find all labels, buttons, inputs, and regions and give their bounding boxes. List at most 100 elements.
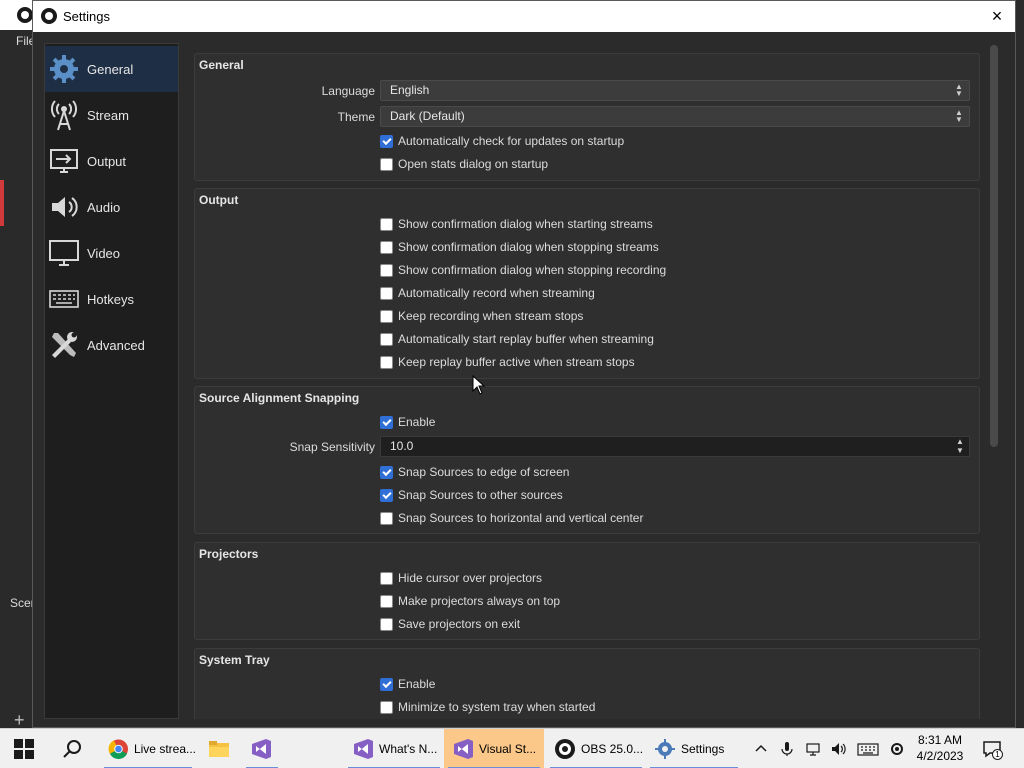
chevron-updown-icon: ▲ ▼ [955, 82, 963, 98]
sidebar-item-audio[interactable]: Audio [45, 184, 178, 230]
background-obs-window [0, 0, 32, 728]
checkbox-box[interactable] [380, 511, 393, 525]
theme-select[interactable]: Dark (Default) ▲ ▼ [380, 106, 970, 127]
checkbox-box[interactable] [380, 571, 393, 585]
checkbox-box[interactable] [380, 677, 393, 691]
projectors-group: Projectors Hide cursor over projectors M… [194, 542, 980, 640]
checkbox-label: Snap Sources to other sources [398, 488, 563, 502]
confirm-stop-stream-checkbox[interactable]: Show confirmation dialog when stopping s… [380, 240, 659, 254]
checkbox-box[interactable] [380, 415, 393, 429]
checkbox-box[interactable] [380, 309, 393, 323]
checkbox-label: Automatically check for updates on start… [398, 134, 625, 148]
projectors-on-top-checkbox[interactable]: Make projectors always on top [380, 594, 560, 608]
snap-sensitivity-spinbox[interactable]: 10.0 ▲ ▼ [380, 436, 970, 457]
group-title: General [199, 58, 244, 72]
checkbox-box[interactable] [380, 355, 393, 369]
keep-recording-checkbox[interactable]: Keep recording when stream stops [380, 309, 583, 323]
auto-record-checkbox[interactable]: Automatically record when streaming [380, 286, 595, 300]
general-group: General Language English ▲ ▼ Theme Dark (… [194, 53, 980, 181]
minimize-to-tray-checkbox[interactable]: Minimize to system tray when started [380, 700, 595, 714]
checkbox-box[interactable] [380, 465, 393, 479]
sidebar-item-label: Stream [87, 107, 129, 123]
snapping-group: Source Alignment Snapping Enable Snap Se… [194, 386, 980, 534]
confirm-start-stream-checkbox[interactable]: Show confirmation dialog when starting s… [380, 217, 653, 231]
snapping-enable-checkbox[interactable]: Enable [380, 415, 435, 429]
group-title: Projectors [199, 547, 259, 561]
taskbar-label: What's N... [379, 742, 438, 756]
sidebar-item-stream[interactable]: Stream [45, 92, 178, 138]
settings-dialog: Settings × General Stream Output Audio V… [32, 0, 1016, 728]
language-value: English [390, 83, 430, 97]
volume-icon[interactable] [831, 741, 847, 757]
checkbox-label: Open stats dialog on startup [398, 157, 549, 171]
taskbar-item-settings[interactable]: Settings [646, 729, 742, 768]
clock[interactable]: 8:31 AM 4/2/2023 [910, 732, 970, 764]
sidebar-item-general[interactable]: General [45, 46, 178, 92]
checkbox-label: Show confirmation dialog when stopping r… [398, 263, 667, 277]
keep-replay-buffer-checkbox[interactable]: Keep replay buffer active when stream st… [380, 355, 635, 369]
visual-studio-icon [354, 739, 373, 759]
save-projectors-checkbox[interactable]: Save projectors on exit [380, 617, 520, 631]
chevron-up-icon[interactable] [753, 741, 769, 757]
windows-taskbar: Live strea... What's N... Visual St... O… [0, 728, 1024, 768]
taskbar-item-obs[interactable]: OBS 25.0... [546, 729, 646, 768]
system-tray-enable-checkbox[interactable]: Enable [380, 677, 435, 691]
windows-start-icon[interactable] [14, 739, 34, 759]
checkbox-box[interactable] [380, 217, 393, 231]
checkbox-box[interactable] [380, 700, 393, 714]
close-button[interactable]: × [985, 5, 1009, 27]
gear-icon[interactable] [889, 741, 905, 757]
language-label: Language [321, 84, 375, 98]
notification-center-icon[interactable]: 1 [982, 739, 1003, 760]
checkbox-box[interactable] [380, 240, 393, 254]
open-stats-checkbox[interactable]: Open stats dialog on startup [380, 157, 548, 171]
check-updates-checkbox[interactable]: Automatically check for updates on start… [380, 134, 624, 148]
sidebar-item-hotkeys[interactable]: Hotkeys [45, 276, 178, 322]
window-title: Settings [63, 9, 110, 24]
checkbox-box[interactable] [380, 134, 393, 148]
scrollbar-thumb[interactable] [990, 45, 998, 447]
taskbar-item-whats-new[interactable]: What's N... [344, 729, 444, 768]
title-bar: Settings × [33, 1, 1015, 32]
snap-center-checkbox[interactable]: Snap Sources to horizontal and vertical … [380, 511, 643, 525]
obs-logo-icon [41, 8, 57, 24]
output-icon [47, 144, 81, 178]
taskbar-item-visual-studio-active[interactable]: Visual St... [444, 729, 544, 768]
visual-studio-icon [252, 739, 271, 759]
sidebar-item-video[interactable]: Video [45, 230, 178, 276]
checkbox-box[interactable] [380, 617, 393, 631]
checkbox-box[interactable] [380, 332, 393, 346]
checkbox-label: Snap Sources to horizontal and vertical … [398, 511, 644, 525]
network-icon[interactable] [805, 741, 821, 757]
checkbox-box[interactable] [380, 286, 393, 300]
taskbar-item-file-explorer[interactable] [200, 729, 240, 768]
snap-sources-checkbox[interactable]: Snap Sources to other sources [380, 488, 563, 502]
speaker-icon [47, 190, 81, 224]
sidebar-item-output[interactable]: Output [45, 138, 178, 184]
search-icon[interactable] [60, 737, 84, 761]
mouse-cursor-icon [472, 375, 486, 395]
snap-sensitivity-value: 10.0 [390, 439, 414, 453]
taskbar-item-chrome[interactable]: Live strea... [100, 729, 196, 768]
auto-replay-buffer-checkbox[interactable]: Automatically start replay buffer when s… [380, 332, 654, 346]
theme-label: Theme [337, 110, 375, 124]
microphone-icon[interactable] [779, 741, 795, 757]
confirm-stop-recording-checkbox[interactable]: Show confirmation dialog when stopping r… [380, 263, 666, 277]
content-scrollbar[interactable] [987, 43, 1001, 719]
checkbox-box[interactable] [380, 157, 393, 171]
touch-keyboard-icon[interactable] [857, 741, 879, 757]
taskbar-item-visual-studio[interactable] [242, 729, 282, 768]
obs-settings-icon [655, 739, 675, 759]
file-explorer-icon [209, 741, 229, 757]
spin-arrows-icon[interactable]: ▲ ▼ [953, 437, 967, 456]
output-group: Output Show confirmation dialog when sta… [194, 188, 980, 379]
language-select[interactable]: English ▲ ▼ [380, 80, 970, 101]
hide-cursor-checkbox[interactable]: Hide cursor over projectors [380, 571, 542, 585]
checkbox-box[interactable] [380, 263, 393, 277]
snap-sensitivity-label: Snap Sensitivity [289, 440, 375, 454]
checkbox-box[interactable] [380, 488, 393, 502]
snap-edge-checkbox[interactable]: Snap Sources to edge of screen [380, 465, 569, 479]
broadcast-icon [47, 98, 81, 132]
sidebar-item-advanced[interactable]: Advanced [45, 322, 178, 368]
checkbox-box[interactable] [380, 594, 393, 608]
